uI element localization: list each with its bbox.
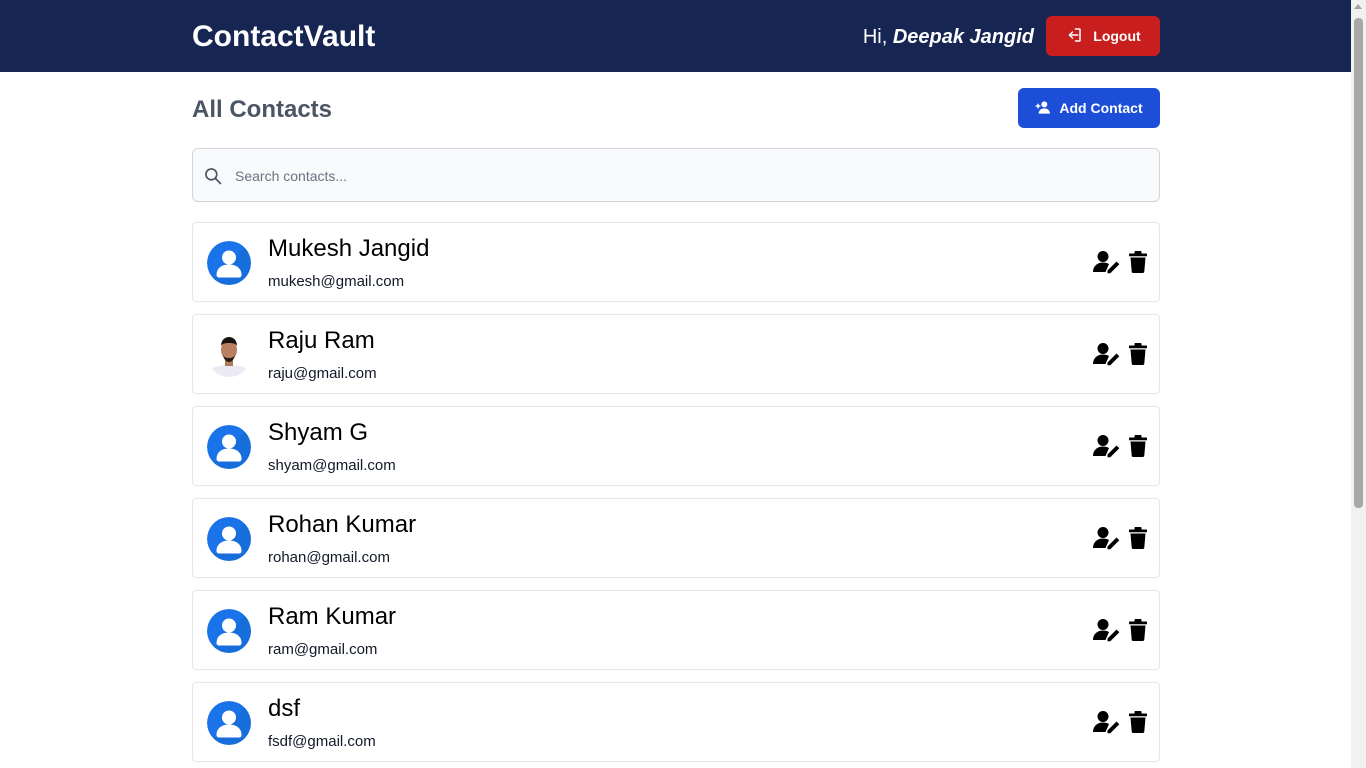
edit-user-icon[interactable] xyxy=(1093,618,1121,642)
contact-email: raju@gmail.com xyxy=(268,365,377,382)
contact-email: ram@gmail.com xyxy=(268,641,378,658)
contact-card[interactable]: Mukesh Jangid mukesh@gmail.com xyxy=(192,222,1160,302)
add-contact-button[interactable]: Add Contact xyxy=(1018,88,1160,128)
edit-user-icon[interactable] xyxy=(1093,342,1121,366)
page-title: All Contacts xyxy=(192,96,333,123)
contact-name: dsf xyxy=(268,695,301,722)
scrollbar-thumb[interactable] xyxy=(1354,18,1363,508)
contact-card[interactable]: Raju Ram raju@gmail.com xyxy=(192,314,1160,394)
trash-icon[interactable] xyxy=(1129,343,1147,365)
trash-icon[interactable] xyxy=(1129,711,1147,733)
search-bar xyxy=(192,148,1160,203)
top-navbar: ContactVault Hi, Deepak Jangid Logout xyxy=(0,0,1351,72)
contact-name: Ram Kumar xyxy=(268,603,397,630)
trash-icon[interactable] xyxy=(1129,527,1147,549)
brand-logo[interactable]: ContactVault xyxy=(192,18,375,56)
logout-label: Logout xyxy=(1093,28,1141,44)
edit-user-icon[interactable] xyxy=(1093,526,1121,550)
contact-name: Rohan Kumar xyxy=(268,511,417,538)
contact-card[interactable]: Shyam G shyam@gmail.com xyxy=(192,406,1160,486)
trash-icon[interactable] xyxy=(1129,251,1147,273)
default-user-icon xyxy=(207,517,251,561)
contact-email: shyam@gmail.com xyxy=(268,457,396,474)
contact-email: rohan@gmail.com xyxy=(268,549,390,566)
greeting-prefix: Hi, xyxy=(862,26,888,48)
edit-user-icon[interactable] xyxy=(1093,710,1121,734)
trash-icon[interactable] xyxy=(1129,435,1147,457)
contact-name: Shyam G xyxy=(268,419,369,446)
logout-button[interactable]: Logout xyxy=(1046,16,1160,56)
logout-icon xyxy=(1065,26,1083,47)
contact-name: Raju Ram xyxy=(268,327,375,354)
contact-card[interactable]: Ram Kumar ram@gmail.com xyxy=(192,590,1160,670)
contact-photo xyxy=(207,333,251,377)
scroll-up-arrow-icon[interactable] xyxy=(1354,4,1362,9)
contact-email: mukesh@gmail.com xyxy=(268,273,405,290)
edit-user-icon[interactable] xyxy=(1093,250,1121,274)
default-user-icon xyxy=(207,701,251,745)
contact-email: fsdf@gmail.com xyxy=(268,733,376,750)
user-greeting: Hi, Deepak Jangid xyxy=(863,23,1034,51)
default-user-icon xyxy=(207,609,251,653)
add-user-icon xyxy=(1035,99,1051,118)
user-name: Deepak Jangid xyxy=(892,26,1034,48)
contact-card[interactable]: dsf fsdf@gmail.com xyxy=(192,682,1160,762)
default-user-icon xyxy=(207,425,251,469)
default-user-icon xyxy=(207,241,251,285)
search-input[interactable] xyxy=(233,149,1137,203)
edit-user-icon[interactable] xyxy=(1093,434,1121,458)
page-scrollbar[interactable] xyxy=(1351,0,1366,768)
trash-icon[interactable] xyxy=(1129,619,1147,641)
contact-card[interactable]: Rohan Kumar rohan@gmail.com xyxy=(192,498,1160,578)
add-contact-label: Add Contact xyxy=(1059,100,1143,116)
contact-name: Mukesh Jangid xyxy=(268,235,430,262)
